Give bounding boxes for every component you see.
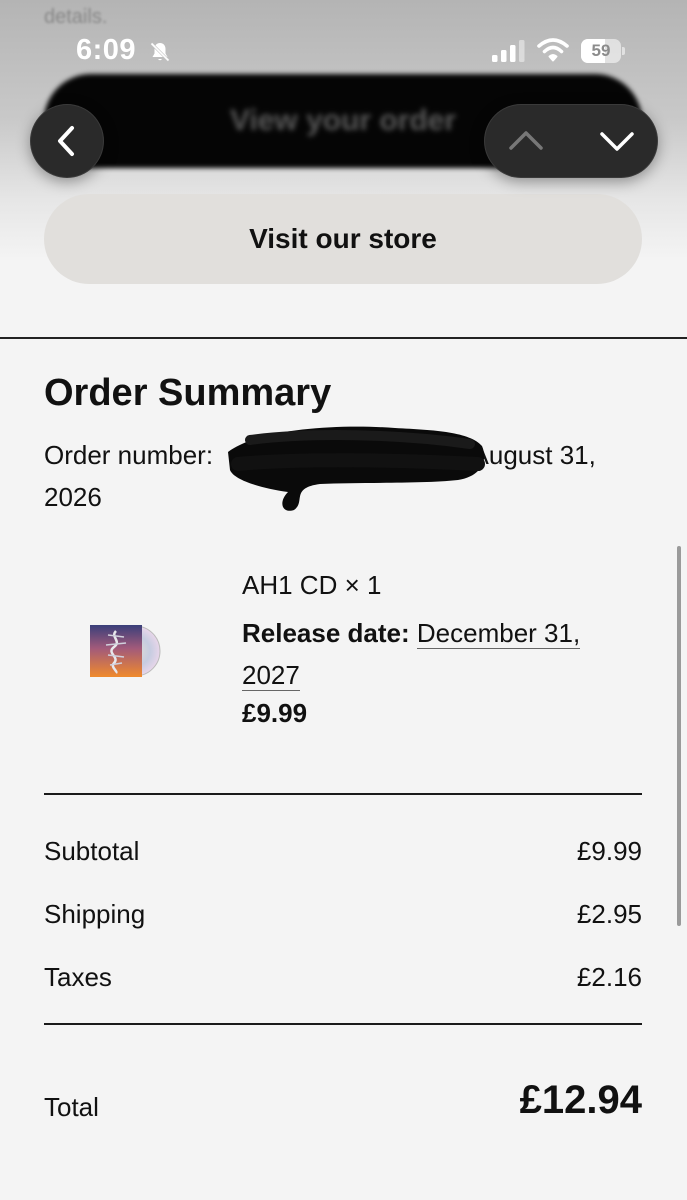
release-date-part2[interactable]: 2027 — [242, 660, 300, 691]
product-divider — [44, 793, 642, 795]
status-time: 6:09 — [76, 34, 137, 66]
section-divider — [0, 337, 687, 339]
shipping-value: £2.95 — [576, 899, 642, 929]
subtotal-value: £9.99 — [576, 836, 642, 866]
subtotal-label: Subtotal — [44, 836, 140, 866]
release-date-line: Release date: December 31, 2027 — [242, 612, 632, 696]
chevron-down-icon — [600, 132, 634, 151]
next-match-button[interactable] — [571, 104, 658, 178]
battery-tip — [622, 47, 625, 55]
release-date-part1[interactable]: December 31, — [416, 618, 581, 649]
total-divider — [44, 1023, 642, 1025]
taxes-label: Taxes — [44, 962, 112, 992]
shipping-label: Shipping — [44, 899, 146, 929]
order-number-label: Order number: — [44, 440, 214, 470]
release-date-label: Release date: — [242, 618, 410, 648]
visit-store-button[interactable]: Visit our store — [44, 194, 642, 284]
battery-indicator: 59 — [581, 39, 625, 63]
battery-level: 59 — [591, 41, 611, 60]
chevron-left-icon — [58, 126, 74, 156]
status-bar: 6:09 59 — [0, 0, 687, 72]
previous-match-button[interactable] — [484, 104, 571, 178]
battery-body: 59 — [581, 39, 621, 63]
wifi-icon — [537, 38, 569, 62]
order-summary-title: Order Summary — [44, 372, 332, 414]
product-name: AH1 CD × 1 — [242, 570, 382, 600]
find-navigation-controls — [484, 104, 658, 178]
total-label: Total — [44, 1092, 99, 1122]
redaction-mark — [228, 426, 485, 511]
taxes-value: £2.16 — [576, 962, 642, 992]
order-date-part2: 2026 — [44, 482, 102, 512]
cellular-signal-icon — [492, 40, 525, 62]
bell-slash-icon — [150, 42, 170, 62]
chevron-up-icon — [509, 131, 543, 150]
back-button[interactable] — [30, 104, 104, 178]
total-value: £12.94 — [519, 1078, 642, 1122]
product-thumbnail — [90, 625, 161, 677]
product-price: £9.99 — [242, 698, 308, 728]
scrollbar[interactable] — [677, 546, 681, 926]
